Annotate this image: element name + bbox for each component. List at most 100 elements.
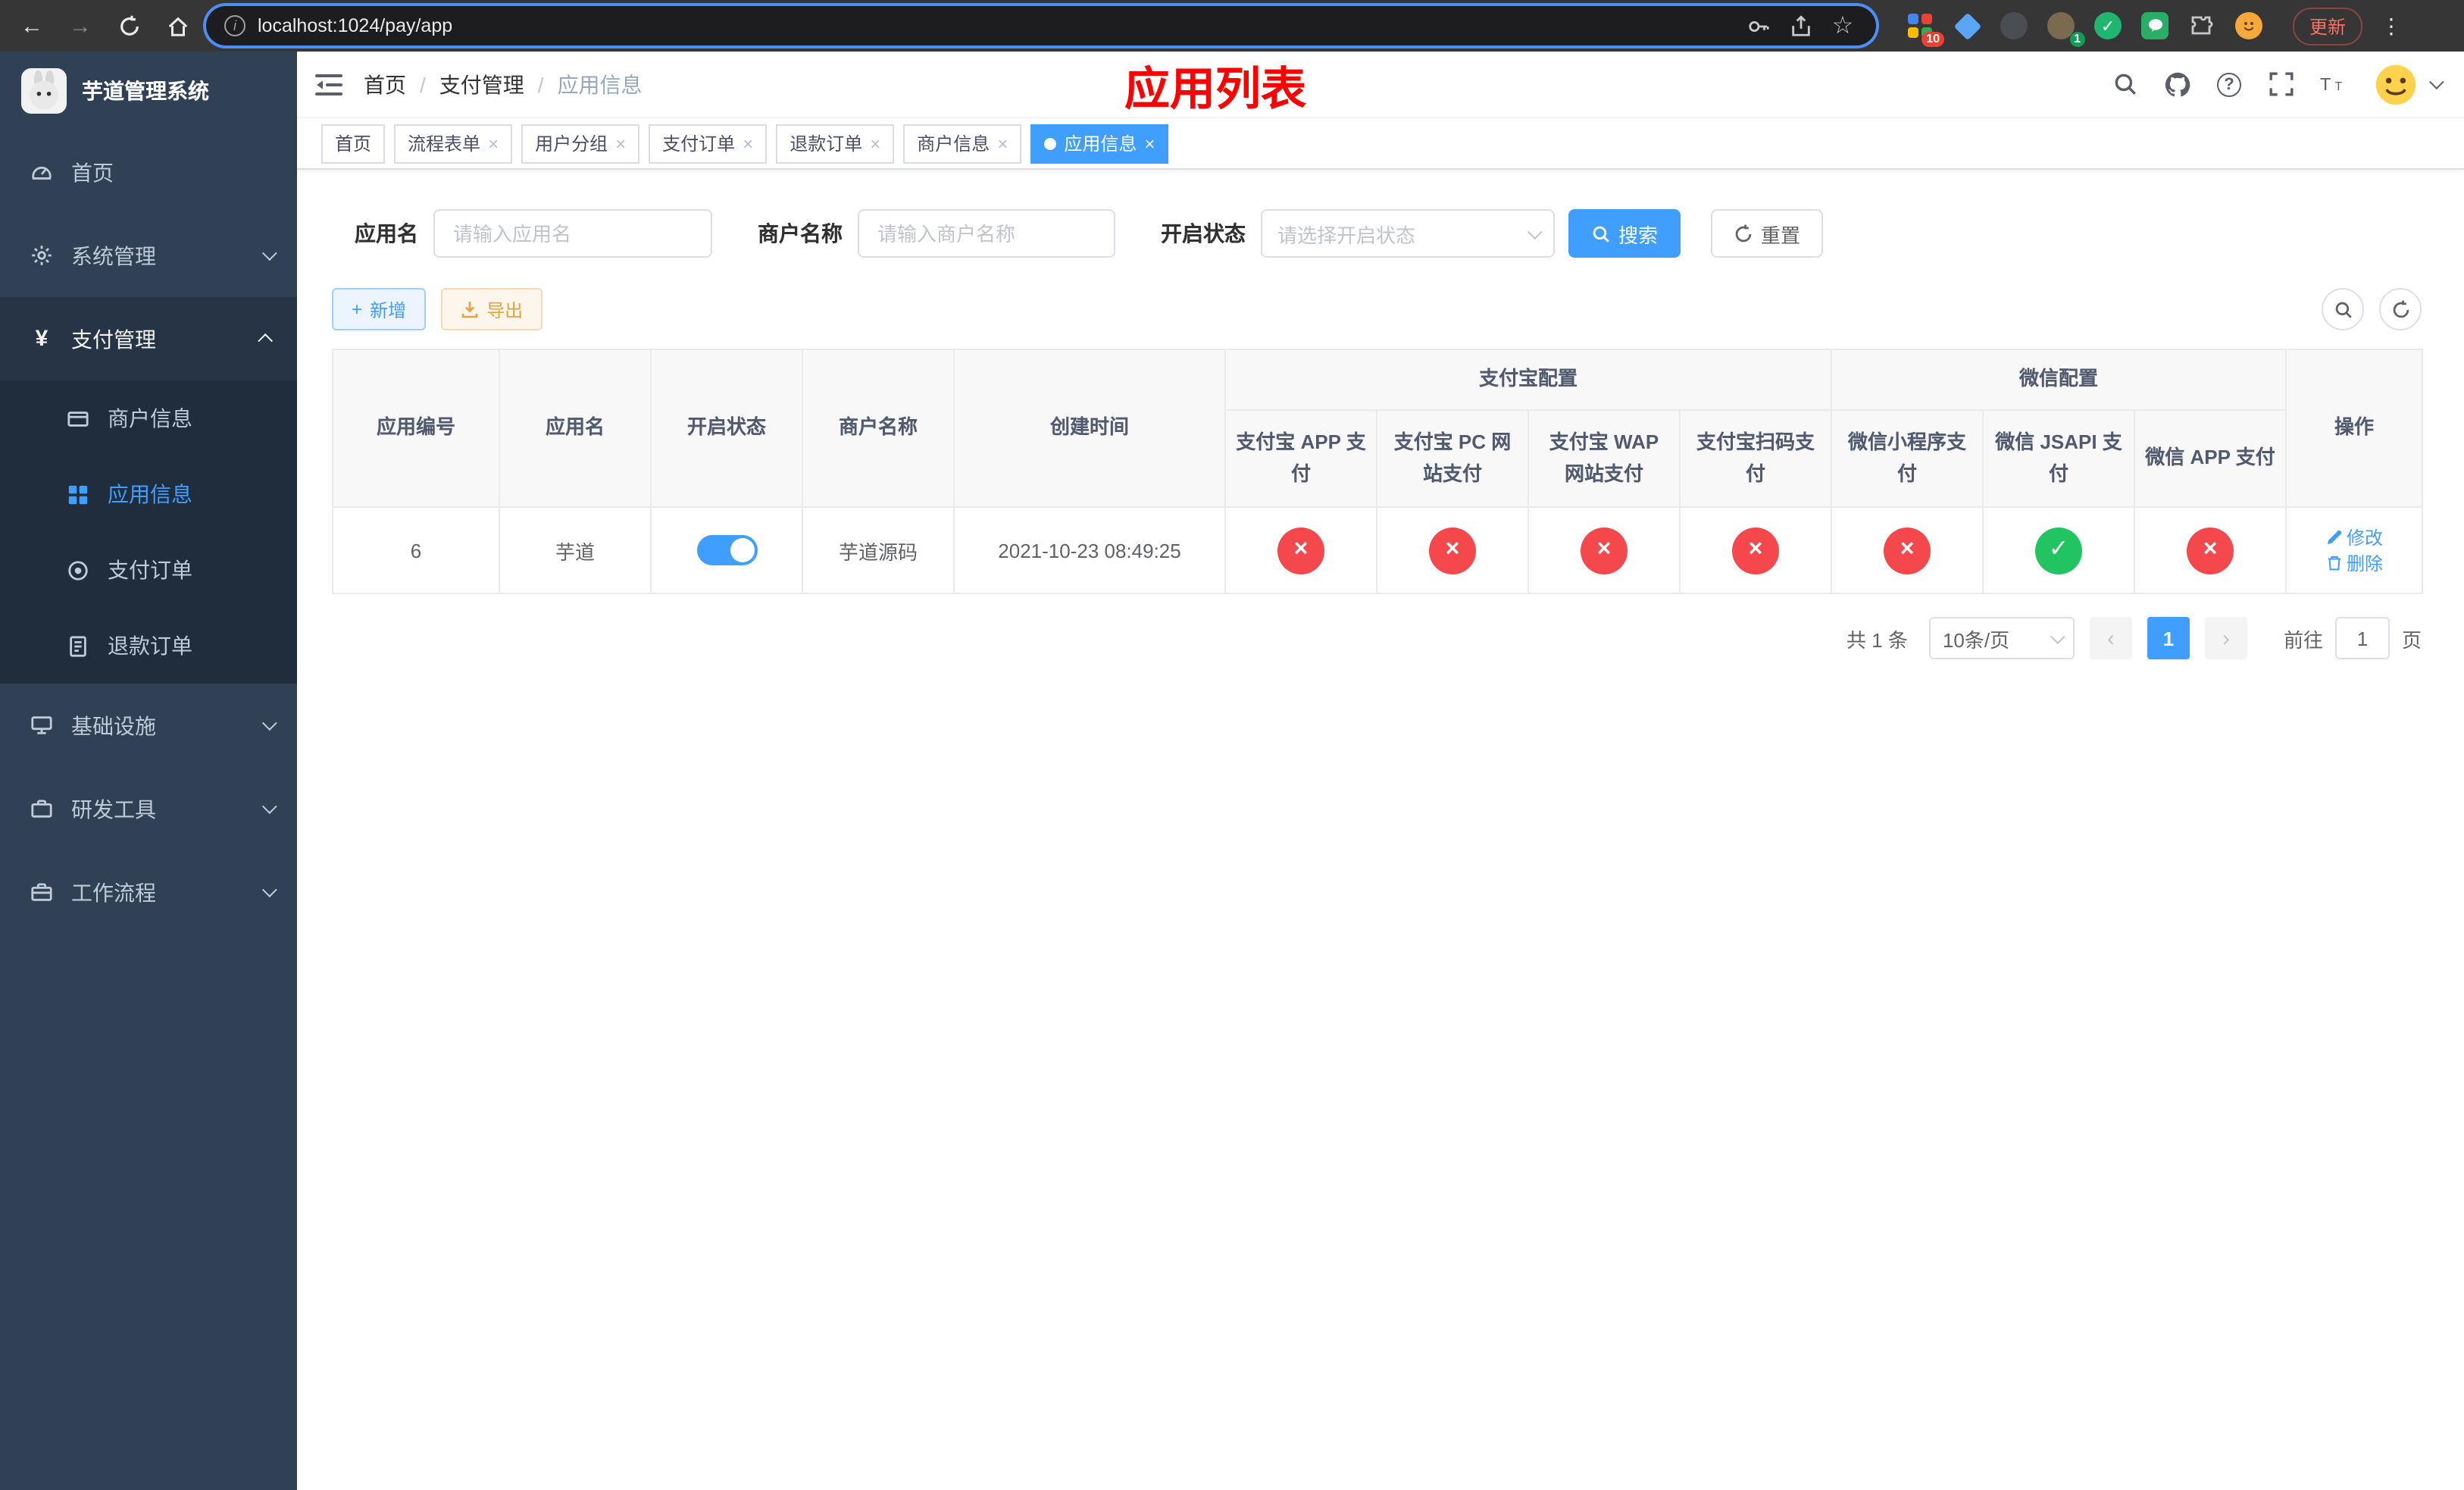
extension-colordots-icon[interactable]: 10 xyxy=(1903,9,1944,47)
close-circle-icon: × xyxy=(1581,527,1628,574)
cell-channel-alipay-pc: × xyxy=(1376,506,1529,594)
export-button[interactable]: 导出 xyxy=(441,288,543,330)
browser-reload-button[interactable] xyxy=(109,6,149,45)
extension-green-check-icon[interactable]: ✓ xyxy=(2091,9,2125,42)
group-header-alipay: 支付宝配置 xyxy=(1224,349,1833,411)
search-button[interactable]: 搜索 xyxy=(1568,209,1681,258)
share-icon[interactable] xyxy=(1785,11,1815,41)
refresh-table-button[interactable] xyxy=(2379,288,2422,330)
cell-channel-wx-jsapi: ✓ xyxy=(1982,506,2136,594)
extensions-puzzle-icon[interactable] xyxy=(2185,9,2219,42)
sidebar-item-workflow[interactable]: 工作流程 xyxy=(0,850,297,934)
sidebar: 芋道管理系统 首页 系统管理 ¥ 支付管理 商户信息 应用信息 支付订单 退款订… xyxy=(0,52,297,1490)
page-size-select[interactable]: 10条/页 xyxy=(1928,617,2075,659)
tab-label: 商户信息 xyxy=(917,133,990,155)
tab-app-info[interactable]: 应用信息 × xyxy=(1030,124,1169,163)
status-label: 开启状态 xyxy=(1161,221,1246,246)
add-button-label: 新增 xyxy=(370,299,407,321)
cell-app-name: 芋道 xyxy=(499,506,652,594)
prev-page-button[interactable]: ‹ xyxy=(2089,617,2132,659)
password-key-icon[interactable] xyxy=(1743,11,1773,41)
tab-label: 用户分组 xyxy=(535,133,608,155)
bookmark-star-icon[interactable]: ☆ xyxy=(1828,11,1858,41)
sidebar-item-pay-order[interactable]: 支付订单 xyxy=(0,532,297,608)
grid-icon xyxy=(68,484,88,504)
browser-update-button[interactable]: 更新 xyxy=(2293,7,2363,45)
sidebar-item-infra[interactable]: 基础设施 xyxy=(0,684,297,767)
reset-button[interactable]: 重置 xyxy=(1711,209,1824,258)
sidebar-item-payment[interactable]: ¥ 支付管理 xyxy=(0,297,297,380)
home-icon xyxy=(167,16,187,36)
search-icon xyxy=(2334,301,2351,318)
help-icon[interactable]: ? xyxy=(2217,72,2241,96)
sidebar-item-dev-tools[interactable]: 研发工具 xyxy=(0,767,297,850)
extension-gem-icon[interactable] xyxy=(1950,9,1984,42)
status-select[interactable]: 请选择开启状态 xyxy=(1261,209,1555,258)
svg-text:T: T xyxy=(2320,74,2331,94)
close-circle-icon: × xyxy=(2187,527,2234,574)
breadcrumb-payment[interactable]: 支付管理 xyxy=(439,69,524,99)
monitor-icon xyxy=(31,716,52,734)
browser-home-button[interactable] xyxy=(158,6,197,45)
extension-face-icon[interactable] xyxy=(2232,9,2265,42)
sidebar-item-merchant-info[interactable]: 商户信息 xyxy=(0,380,297,456)
next-page-button[interactable]: › xyxy=(2204,617,2247,659)
sidebar-item-label: 研发工具 xyxy=(71,797,156,821)
status-toggle[interactable] xyxy=(696,535,757,565)
close-icon[interactable]: × xyxy=(1144,134,1155,152)
column-header: 支付宝扫码支付 xyxy=(1678,409,1833,508)
tab-label: 流程表单 xyxy=(408,133,481,155)
cell-channel-wx-mini: × xyxy=(1831,506,1984,594)
close-circle-icon: × xyxy=(1732,527,1779,574)
goto-page-input[interactable] xyxy=(2334,617,2390,659)
sidebar-item-home[interactable]: 首页 xyxy=(0,130,297,214)
sidebar-item-label: 退款订单 xyxy=(108,634,192,658)
browser-forward-button[interactable]: → xyxy=(61,6,100,45)
sidebar-toggle-button[interactable] xyxy=(315,72,342,96)
extension-avatar-icon[interactable]: 1 xyxy=(2044,9,2085,47)
yen-icon: ¥ xyxy=(35,326,48,352)
sidebar-item-label: 基础设施 xyxy=(71,713,156,737)
tab-user-group[interactable]: 用户分组 × xyxy=(521,124,640,163)
sidebar-item-app-info[interactable]: 应用信息 xyxy=(0,456,297,532)
sidebar-item-system[interactable]: 系统管理 xyxy=(0,214,297,297)
edit-link[interactable]: 修改 xyxy=(2325,524,2383,550)
sidebar-item-refund-order[interactable]: 退款订单 xyxy=(0,608,297,684)
browser-back-button[interactable]: ← xyxy=(12,6,52,45)
main-area: 首页 / 支付管理 / 应用信息 应用列表 ? T T 首页 流程表单 × 用户… xyxy=(297,52,2464,1490)
site-info-icon[interactable]: i xyxy=(224,15,245,36)
close-icon[interactable]: × xyxy=(870,134,880,152)
close-icon[interactable]: × xyxy=(488,134,499,152)
extension-dark-circle-icon[interactable] xyxy=(1997,9,2031,42)
close-icon[interactable]: × xyxy=(997,134,1008,152)
edit-link-label: 修改 xyxy=(2347,527,2384,549)
fullscreen-icon[interactable] xyxy=(2267,70,2294,98)
page-1-button[interactable]: 1 xyxy=(2147,617,2190,659)
hamburger-icon xyxy=(315,74,342,95)
tab-refund-order[interactable]: 退款订单 × xyxy=(776,124,895,163)
tab-pay-order[interactable]: 支付订单 × xyxy=(649,124,768,163)
apps-table: 应用编号 应用名 开启状态 商户名称 创建时间 支付宝配置 微信配置 操作 支付… xyxy=(332,349,2424,594)
tab-merchant-info[interactable]: 商户信息 × xyxy=(903,124,1022,163)
user-menu[interactable] xyxy=(2373,61,2444,107)
app-name-input[interactable] xyxy=(433,209,712,258)
close-icon[interactable]: × xyxy=(743,134,753,152)
browser-menu-kebab-icon[interactable]: ⋮ xyxy=(2372,13,2411,39)
header-search-icon[interactable] xyxy=(2111,70,2138,98)
breadcrumb-home[interactable]: 首页 xyxy=(364,69,406,99)
extension-chat-icon[interactable] xyxy=(2138,9,2172,42)
tab-process-form[interactable]: 流程表单 × xyxy=(394,124,513,163)
toggle-search-button[interactable] xyxy=(2322,288,2364,330)
github-icon[interactable] xyxy=(2164,70,2191,98)
cell-channel-alipay-wap: × xyxy=(1527,506,1681,594)
merchant-name-input[interactable] xyxy=(858,209,1115,258)
address-bar[interactable]: i localhost:1024/pay/app ☆ xyxy=(206,6,1876,45)
delete-link[interactable]: 删除 xyxy=(2325,550,2383,576)
sidebar-item-label: 工作流程 xyxy=(71,880,156,904)
font-size-icon[interactable]: TT xyxy=(2320,70,2347,98)
group-header-wechat: 微信配置 xyxy=(1831,349,2287,411)
app-name-label: 应用名 xyxy=(355,221,418,246)
close-icon[interactable]: × xyxy=(615,134,626,152)
tab-home[interactable]: 首页 xyxy=(321,124,386,163)
add-button[interactable]: + 新增 xyxy=(332,288,427,330)
